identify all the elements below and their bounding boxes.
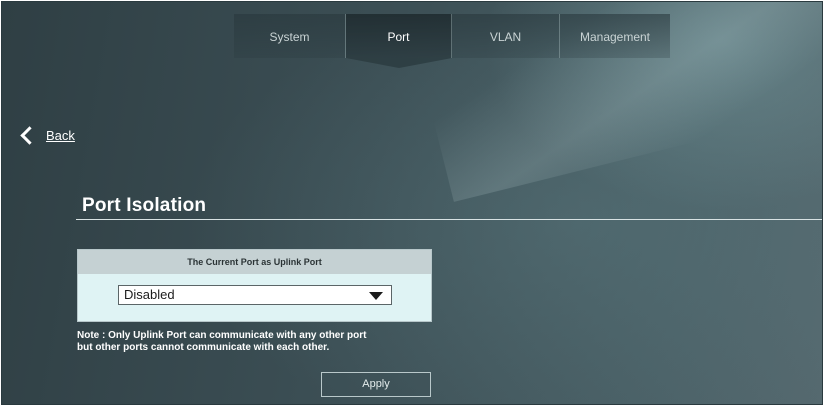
uplink-port-header: The Current Port as Uplink Port: [78, 250, 431, 274]
tab-vlan[interactable]: VLAN: [452, 14, 560, 58]
uplink-port-panel: The Current Port as Uplink Port Disabled: [77, 249, 432, 322]
uplink-port-select-value: Disabled: [124, 287, 175, 302]
title-divider: [76, 219, 822, 220]
apply-button[interactable]: Apply: [321, 372, 431, 397]
dropdown-arrow-icon: [369, 292, 383, 300]
note-line-1: Note : Only Uplink Port can communicate …: [77, 330, 367, 341]
tab-management[interactable]: Management: [560, 14, 670, 58]
uplink-port-select[interactable]: Disabled: [118, 285, 392, 305]
active-tab-indicator: [346, 58, 452, 68]
note-line-2: but other ports cannot communicate with …: [77, 342, 330, 353]
isolation-note: Note : Only Uplink Port can communicate …: [77, 330, 437, 354]
app-frame: System Port VLAN Management Back Port Is…: [1, 1, 823, 405]
back-label: Back: [46, 127, 75, 143]
back-link[interactable]: Back: [20, 125, 75, 145]
tab-port[interactable]: Port: [346, 14, 452, 58]
tab-bar: System Port VLAN Management: [234, 14, 670, 68]
uplink-port-body: Disabled: [78, 274, 431, 321]
tab-system[interactable]: System: [234, 14, 346, 58]
page-title: Port Isolation: [82, 195, 207, 216]
chevron-left-icon: [20, 125, 39, 145]
